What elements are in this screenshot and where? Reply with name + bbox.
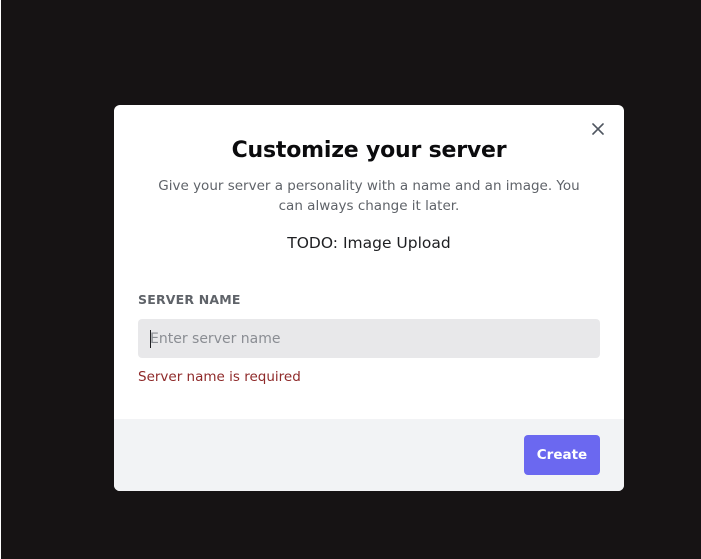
- customize-server-modal: Customize your server Give your server a…: [114, 105, 624, 491]
- server-name-input[interactable]: [138, 319, 600, 358]
- close-button[interactable]: [588, 119, 608, 139]
- modal-title: Customize your server: [231, 138, 507, 163]
- modal-subtitle: Give your server a personality with a na…: [158, 178, 580, 214]
- image-upload-placeholder: TODO: Image Upload: [287, 234, 451, 252]
- server-name-error: Server name is required: [138, 369, 301, 385]
- modal-footer: Create: [114, 419, 624, 491]
- close-icon: [592, 123, 604, 135]
- server-name-label: SERVER NAME: [138, 292, 241, 307]
- create-button[interactable]: Create: [524, 435, 600, 475]
- text-caret: [150, 330, 151, 348]
